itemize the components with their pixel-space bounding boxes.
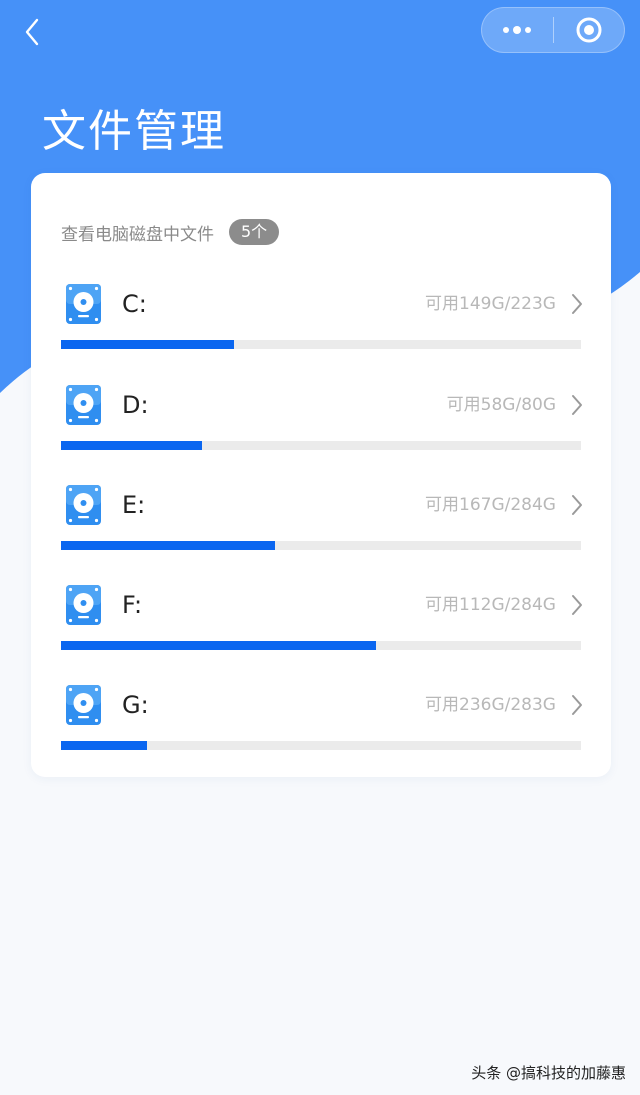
- more-dots-icon: [503, 26, 532, 34]
- usage-progress-fill: [61, 541, 276, 550]
- back-button[interactable]: [14, 14, 50, 50]
- card-subtitle: 查看电脑磁盘中文件: [61, 224, 214, 245]
- usage-progress-track: [61, 441, 581, 450]
- hard-disk-icon: [66, 485, 101, 525]
- usage-progress-fill: [61, 741, 148, 750]
- disk-capacity: 可用112G/284G: [425, 595, 556, 615]
- hard-disk-icon: [66, 284, 101, 324]
- chevron-left-icon: [25, 18, 39, 46]
- usage-progress-track: [61, 741, 581, 750]
- disk-item[interactable]: C: 可用149G/223G: [31, 277, 611, 377]
- disk-item[interactable]: E: 可用167G/284G: [31, 478, 611, 578]
- target-circle-icon: [576, 17, 602, 43]
- chevron-right-icon: [570, 693, 584, 717]
- usage-progress-fill: [61, 441, 202, 450]
- disk-capacity: 可用167G/284G: [425, 495, 556, 515]
- chevron-right-icon: [570, 593, 584, 617]
- disk-capacity: 可用236G/283G: [425, 695, 556, 715]
- usage-progress-fill: [61, 641, 377, 650]
- chevron-right-icon: [570, 393, 584, 417]
- usage-progress-fill: [61, 340, 235, 349]
- card-header: 查看电脑磁盘中文件 5个: [61, 219, 280, 245]
- disk-name: C:: [122, 290, 147, 318]
- usage-progress-track: [61, 340, 581, 349]
- chevron-right-icon: [570, 493, 584, 517]
- disk-name: D:: [122, 391, 149, 419]
- disk-list-card: 查看电脑磁盘中文件 5个 C: 可用149G/223G D: 可用58G/80G E: 可…: [31, 173, 611, 777]
- more-button[interactable]: [482, 8, 553, 52]
- watermark: 头条 @搞科技的加藤惠: [471, 1064, 626, 1082]
- disk-capacity: 可用58G/80G: [446, 395, 556, 415]
- disk-item[interactable]: G: 可用236G/283G: [31, 678, 611, 778]
- close-button[interactable]: [554, 8, 625, 52]
- disk-count-badge: 5个: [229, 219, 280, 245]
- disk-item[interactable]: F: 可用112G/284G: [31, 578, 611, 678]
- mini-program-capsule: [481, 7, 625, 53]
- usage-progress-track: [61, 541, 581, 550]
- hard-disk-icon: [66, 585, 101, 625]
- page-title: 文件管理: [42, 106, 226, 157]
- usage-progress-track: [61, 641, 581, 650]
- disk-name: E:: [122, 491, 146, 519]
- disk-item[interactable]: D: 可用58G/80G: [31, 378, 611, 478]
- hard-disk-icon: [66, 685, 101, 725]
- disk-capacity: 可用149G/223G: [425, 294, 556, 314]
- hard-disk-icon: [66, 385, 101, 425]
- chevron-right-icon: [570, 292, 584, 316]
- disk-name: F:: [122, 591, 143, 619]
- disk-name: G:: [122, 691, 149, 719]
